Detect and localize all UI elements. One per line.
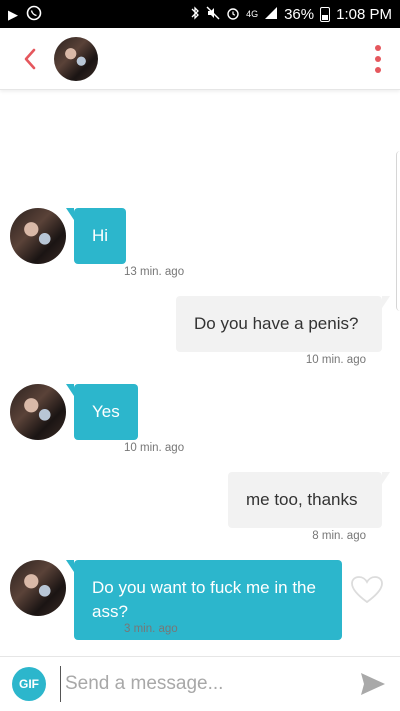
- incoming-message-bubble[interactable]: Do you want to fuck me in the ass?: [66, 560, 342, 640]
- whatsapp-icon: [26, 5, 42, 23]
- mute-icon: [206, 6, 220, 22]
- message-composer: GIF: [0, 656, 400, 711]
- message-time: 10 min. ago: [305, 354, 366, 366]
- status-right-icons: 4G 36% 1:08 PM: [190, 6, 392, 23]
- clock: 1:08 PM: [336, 5, 392, 23]
- gif-button[interactable]: GIF: [12, 667, 46, 701]
- battery-percent: 36%: [284, 5, 315, 23]
- more-vertical-icon: [375, 44, 381, 51]
- bluetooth-icon: [190, 6, 200, 22]
- message-time: 8 min. ago: [312, 530, 366, 542]
- chat-header: [0, 28, 400, 90]
- message-input[interactable]: [60, 666, 340, 702]
- sender-avatar[interactable]: [10, 384, 66, 440]
- outgoing-message-bubble[interactable]: Do you have a penis?: [176, 296, 390, 352]
- status-left-icons: ▶: [8, 5, 42, 23]
- chat-screen: ▶ 4G 36% 1:08 PM Hi 13 min. ago Do you h…: [0, 0, 400, 711]
- alarm-icon: [226, 6, 240, 22]
- like-message-button[interactable]: [350, 575, 384, 605]
- 4g-icon: 4G: [246, 8, 259, 19]
- message-time: 10 min. ago: [124, 442, 185, 454]
- play-icon: ▶: [8, 6, 18, 22]
- incoming-message-bubble[interactable]: Yes: [66, 384, 138, 440]
- status-bar: ▶ 4G 36% 1:08 PM: [0, 0, 400, 28]
- sender-avatar[interactable]: [10, 208, 66, 264]
- match-avatar[interactable]: [54, 36, 98, 81]
- incoming-message-bubble[interactable]: Hi: [65, 208, 127, 264]
- more-options-button[interactable]: [368, 39, 388, 79]
- scroll-edge: [396, 151, 400, 311]
- signal-icon: [264, 6, 278, 22]
- outgoing-message-bubble[interactable]: me too, thanks: [228, 472, 390, 528]
- send-icon: [361, 673, 385, 695]
- heart-icon: [351, 576, 383, 604]
- battery-icon: [320, 6, 331, 22]
- message-list[interactable]: Hi 13 min. ago Do you have a penis? 10 m…: [0, 91, 400, 655]
- message-time: 3 min. ago: [124, 623, 178, 635]
- back-button[interactable]: [10, 39, 50, 79]
- send-button[interactable]: [358, 669, 388, 699]
- message-time: 13 min. ago: [124, 266, 185, 278]
- chevron-left-icon: [24, 48, 36, 69]
- sender-avatar[interactable]: [10, 560, 66, 616]
